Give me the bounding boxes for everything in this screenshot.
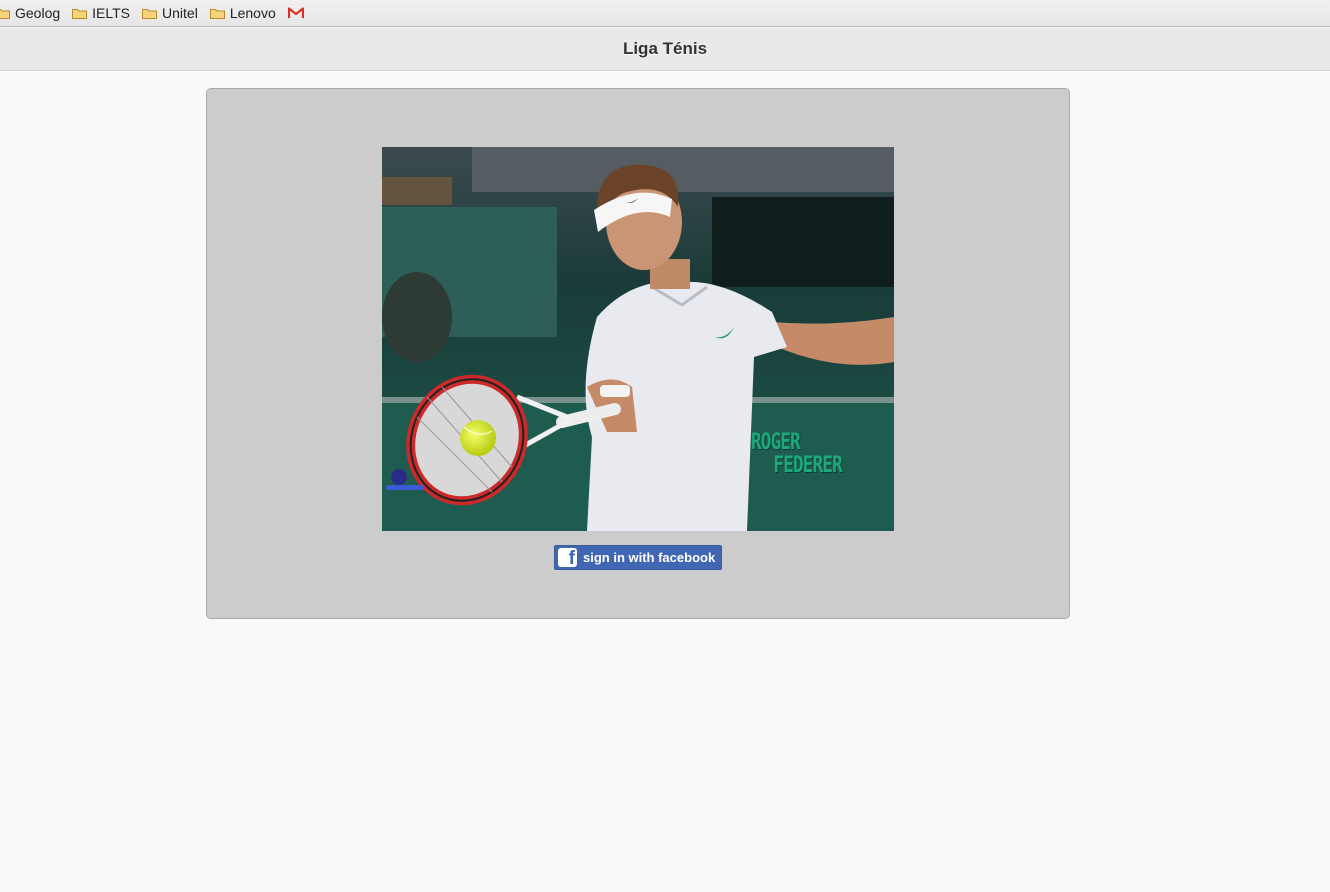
photo-watermark: ROGER FEDERER	[751, 430, 843, 478]
facebook-icon-glyph: f	[568, 548, 575, 567]
bookmark-gmail[interactable]	[287, 0, 304, 27]
bookmarks-bar: Geolog IELTS Unitel Lenovo	[0, 0, 1330, 27]
login-panel: ROGER FEDERER f sign in with facebook	[206, 88, 1070, 619]
gmail-icon	[287, 7, 304, 18]
watermark-line1: ROGER	[751, 430, 801, 455]
bookmark-label: IELTS	[92, 5, 131, 21]
folder-icon	[209, 8, 225, 19]
watermark-line2: FEDERER	[773, 453, 842, 478]
hero-photo: ROGER FEDERER	[382, 147, 894, 531]
bookmark-label: Unitel	[162, 5, 198, 21]
folder-icon	[142, 8, 158, 19]
folder-icon	[72, 8, 88, 19]
facebook-signin-button[interactable]: f sign in with facebook	[554, 545, 722, 570]
bookmark-unitel[interactable]: Unitel	[142, 0, 210, 27]
page-title: Liga Ténis	[622, 39, 708, 58]
facebook-icon: f	[558, 548, 577, 567]
bookmark-lenovo[interactable]: Lenovo	[209, 0, 288, 27]
app-header: Liga Ténis	[0, 28, 1330, 71]
bookmark-label: Geolog	[15, 5, 61, 21]
bookmark-geolog[interactable]: Geolog	[0, 0, 72, 27]
bookmark-ielts[interactable]: IELTS	[72, 0, 142, 27]
facebook-signin-label: sign in with facebook	[583, 550, 716, 565]
bookmark-label: Lenovo	[229, 5, 276, 21]
folder-icon	[0, 8, 10, 19]
